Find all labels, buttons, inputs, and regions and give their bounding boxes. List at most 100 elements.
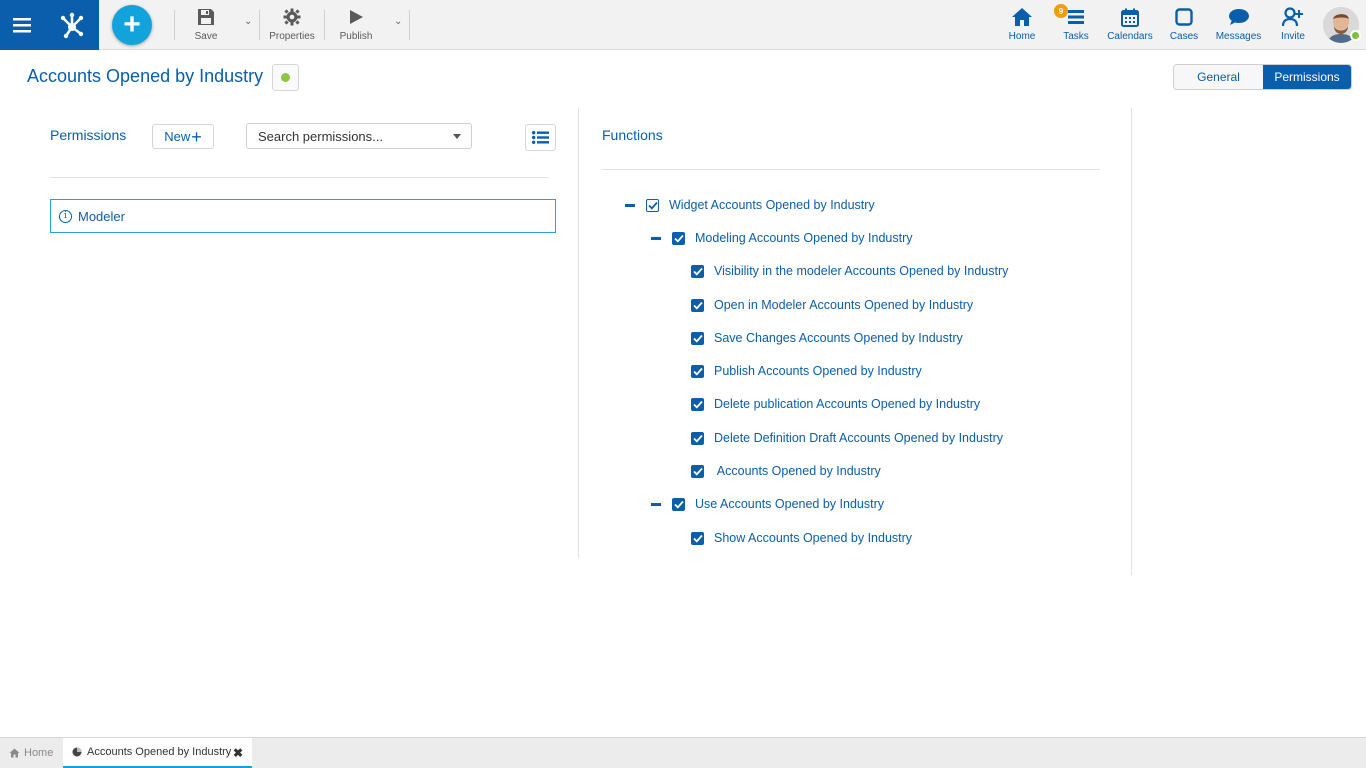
home-icon [1012, 8, 1032, 26]
collapse-minus-icon[interactable] [625, 203, 635, 207]
add-new-button[interactable]: + [112, 5, 152, 45]
nav-invite-label: Invite [1281, 31, 1305, 42]
tree-node: Publish Accounts Opened by Industry [691, 363, 922, 379]
invite-user-icon [1282, 7, 1303, 27]
checkbox[interactable] [691, 531, 704, 545]
nav-messages[interactable]: Messages [1216, 6, 1261, 42]
tree-node-label[interactable]: Visibility in the modeler Accounts Opene… [714, 264, 1008, 278]
checkmark-icon [692, 434, 703, 443]
list-view-button[interactable] [525, 124, 556, 151]
tree-node: Modeling Accounts Opened by Industry [651, 230, 913, 246]
checkmark-icon [692, 367, 703, 376]
checkbox[interactable] [646, 198, 659, 212]
properties-button[interactable]: Properties [268, 6, 316, 44]
tree-node-label[interactable]: Widget Accounts Opened by Industry [669, 198, 875, 212]
tree-node: Use Accounts Opened by Industry [651, 496, 884, 512]
close-tab-icon[interactable]: ✖ [233, 746, 243, 760]
checkbox[interactable] [691, 397, 704, 411]
calendar-icon [1121, 8, 1139, 27]
tab-permissions[interactable]: Permissions [1263, 65, 1351, 89]
save-button[interactable]: Save [193, 6, 219, 44]
bottom-tab-home[interactable]: Home [0, 738, 53, 768]
hamburger-menu-button[interactable] [0, 0, 44, 50]
save-icon [198, 9, 214, 25]
nav-calendars[interactable]: Calendars [1107, 6, 1153, 42]
tab-general[interactable]: General [1174, 65, 1263, 89]
checkbox[interactable] [672, 231, 685, 245]
publish-button[interactable]: Publish [338, 6, 374, 44]
nav-calendars-label: Calendars [1107, 31, 1153, 42]
save-dropdown-chevron-down-icon[interactable]: ⌄ [244, 16, 252, 27]
permissions-section-title: Permissions [50, 127, 127, 143]
app-logo[interactable] [44, 0, 99, 50]
list-icon [532, 131, 549, 144]
nav-tasks-label: Tasks [1063, 31, 1089, 42]
hamburger-icon [13, 18, 31, 33]
toolbar-separator [409, 10, 410, 40]
tree-node-label[interactable]: Modeling Accounts Opened by Industry [695, 231, 913, 245]
tree-node-label[interactable]: Save Changes Accounts Opened by Industry [714, 331, 963, 345]
properties-label: Properties [269, 31, 315, 42]
nav-cases[interactable]: Cases [1170, 6, 1198, 42]
tree-node: Delete Definition Draft Accounts Opened … [691, 430, 1003, 446]
panel-divider [1131, 108, 1132, 575]
tree-node: Save Changes Accounts Opened by Industry [691, 330, 963, 346]
tasks-badge: 9 [1054, 4, 1068, 18]
status-button[interactable] [272, 64, 299, 91]
checkmark-icon [692, 334, 703, 343]
toolbar-separator [174, 10, 175, 40]
checkbox[interactable] [691, 331, 704, 345]
search-permissions-select[interactable]: Search permissions... [246, 123, 472, 149]
top-toolbar: + Save ⌄ Properties Publish ⌄ Home 9 Tas… [0, 0, 1366, 50]
permission-item-modeler[interactable]: i Modeler [50, 199, 556, 233]
new-button-label: New [164, 129, 191, 144]
tree-node-label[interactable]: Delete publication Accounts Opened by In… [714, 397, 980, 411]
publish-label: Publish [339, 31, 373, 42]
new-permission-button[interactable]: New + [152, 124, 214, 149]
checkbox[interactable] [691, 364, 704, 378]
collapse-minus-icon[interactable] [651, 236, 661, 240]
nav-invite[interactable]: Invite [1279, 6, 1307, 42]
online-status-dot [1350, 30, 1361, 41]
toolbar-separator [324, 10, 325, 40]
bottom-tab-active[interactable]: Accounts Opened by Industry ✖ [63, 738, 252, 768]
tree-node-label[interactable]: Use Accounts Opened by Industry [695, 497, 884, 511]
checkmark-icon [673, 500, 684, 509]
checkbox[interactable] [691, 264, 704, 278]
status-dot-icon [281, 73, 290, 82]
home-icon [9, 748, 20, 758]
divider [602, 169, 1100, 170]
checkbox[interactable] [691, 298, 704, 312]
checkbox[interactable] [691, 464, 704, 478]
permission-item-label: Modeler [78, 208, 125, 224]
bottom-tab-home-label: Home [24, 747, 54, 759]
checkbox[interactable] [691, 431, 704, 445]
tree-node: Widget Accounts Opened by Industry [625, 197, 875, 213]
tree-node-label[interactable]: Delete Definition Draft Accounts Opened … [714, 431, 1003, 445]
bottom-tab-active-label: Accounts Opened by Industry [87, 746, 232, 758]
gear-icon [283, 8, 301, 26]
tree-node-label[interactable]: Publish Accounts Opened by Industry [714, 364, 922, 378]
publish-dropdown-chevron-down-icon[interactable]: ⌄ [394, 16, 402, 27]
tree-node-label[interactable]: Accounts Opened by Industry [714, 464, 881, 478]
nav-home-label: Home [1008, 31, 1036, 42]
collapse-minus-icon[interactable] [651, 502, 661, 506]
checkmark-icon [692, 467, 703, 476]
tree-node: Show Accounts Opened by Industry [691, 530, 912, 546]
save-label: Save [194, 31, 218, 42]
page-title: Accounts Opened by Industry [27, 66, 264, 86]
checkbox[interactable] [672, 497, 685, 511]
tree-node: Delete publication Accounts Opened by In… [691, 396, 980, 412]
nav-home[interactable]: Home [1008, 6, 1036, 42]
nav-messages-label: Messages [1215, 31, 1262, 42]
nav-tasks[interactable]: 9 Tasks [1054, 4, 1090, 42]
checkmark-icon [692, 534, 703, 543]
tree-node: Accounts Opened by Industry [691, 463, 881, 479]
tree-node-label[interactable]: Open in Modeler Accounts Opened by Indus… [714, 298, 973, 312]
toolbar-separator [259, 10, 260, 40]
tree-node-label[interactable]: Show Accounts Opened by Industry [714, 531, 912, 545]
view-tab-switch: General Permissions [1173, 64, 1352, 90]
search-permissions-placeholder: Search permissions... [258, 128, 383, 144]
plus-icon: + [123, 8, 141, 41]
checkmark-icon [692, 301, 703, 310]
